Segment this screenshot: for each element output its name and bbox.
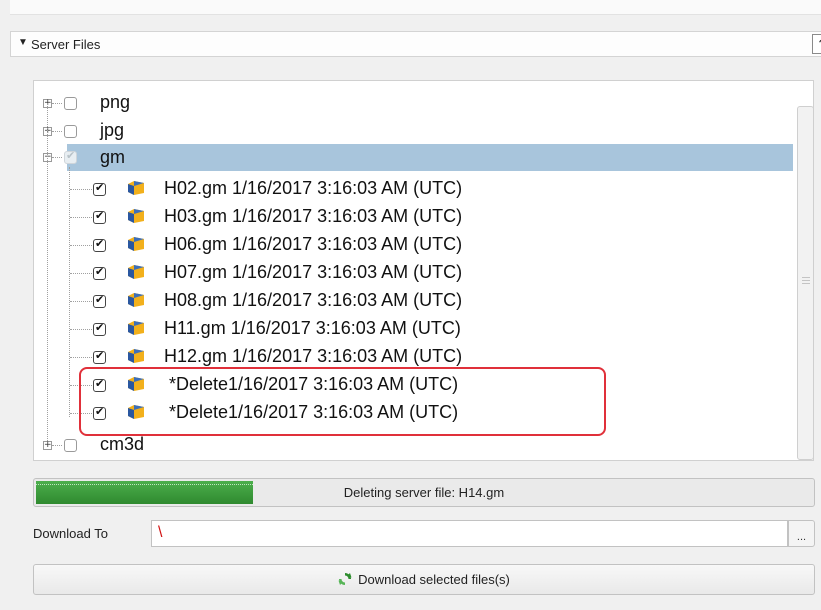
file-icon xyxy=(128,293,144,307)
file-icon xyxy=(128,349,144,363)
file-checkbox[interactable]: ✔ xyxy=(93,293,106,308)
section-title: Server Files xyxy=(31,37,101,52)
tree-file-item[interactable]: ✔ H06.gm 1/16/2017 3:16:03 AM (UTC) xyxy=(34,231,813,259)
file-checkbox[interactable]: ✔ xyxy=(93,321,106,336)
file-checkbox[interactable]: ✔ xyxy=(93,209,106,224)
file-label: H06.gm 1/16/2017 3:16:03 AM (UTC) xyxy=(164,234,463,254)
folder-checkbox[interactable]: ✔ xyxy=(64,149,77,164)
file-label: H07.gm 1/16/2017 3:16:03 AM (UTC) xyxy=(164,262,463,282)
file-label: H12.gm 1/16/2017 3:16:03 AM (UTC) xyxy=(164,346,463,366)
folder-checkbox[interactable] xyxy=(64,125,77,138)
deleted-files-highlight xyxy=(79,367,606,436)
file-label: H11.gm 1/16/2017 3:16:03 AM (UTC) xyxy=(164,318,461,338)
file-icon xyxy=(128,209,144,223)
refresh-download-icon xyxy=(338,573,352,585)
file-checkbox[interactable]: ✔ xyxy=(93,349,106,364)
browse-button[interactable]: ... xyxy=(788,520,815,547)
download-path-input[interactable]: \ xyxy=(151,520,788,547)
delete-progress-bar: Deleting server file: H14.gm xyxy=(33,478,815,507)
download-selected-button[interactable]: Download selected files(s) xyxy=(33,564,815,595)
tree-folder-png[interactable]: + png xyxy=(34,89,813,117)
selection-highlight xyxy=(67,144,793,171)
file-icon xyxy=(128,181,144,195)
file-label: H08.gm 1/16/2017 3:16:03 AM (UTC) xyxy=(164,290,463,310)
file-checkbox[interactable]: ✔ xyxy=(93,181,106,196)
file-checkbox[interactable]: ✔ xyxy=(93,265,106,280)
top-strip xyxy=(10,0,821,15)
progress-text: Deleting server file: H14.gm xyxy=(343,485,505,500)
file-icon xyxy=(128,237,144,251)
file-icon xyxy=(128,321,144,335)
folder-label: gm xyxy=(100,147,126,167)
collapse-triangle-icon[interactable]: ▼ xyxy=(18,37,28,48)
download-button-label: Download selected files(s) xyxy=(358,572,510,587)
tree-file-item[interactable]: ✔ H08.gm 1/16/2017 3:16:03 AM (UTC) xyxy=(34,287,813,315)
tree-folder-jpg[interactable]: + jpg xyxy=(34,117,813,145)
help-button[interactable]: ? xyxy=(812,34,821,54)
download-to-label: Download To xyxy=(33,526,108,541)
folder-label: cm3d xyxy=(100,434,145,454)
tree-file-item[interactable]: ✔ H11.gm 1/16/2017 3:16:03 AM (UTC) xyxy=(34,315,813,343)
expand-plus-icon[interactable]: + xyxy=(43,441,52,450)
tree-folder-gm[interactable]: − ✔ gm xyxy=(34,143,813,171)
server-files-header[interactable]: ▼ Server Files ? xyxy=(10,31,821,57)
file-label: H02.gm 1/16/2017 3:16:03 AM (UTC) xyxy=(164,178,463,198)
tree-scrollbar[interactable] xyxy=(797,106,814,460)
scroll-grip-icon xyxy=(802,277,810,278)
file-label: H03.gm 1/16/2017 3:16:03 AM (UTC) xyxy=(164,206,463,226)
tree-file-item[interactable]: ✔ H07.gm 1/16/2017 3:16:03 AM (UTC) xyxy=(34,259,813,287)
tree-file-item[interactable]: ✔ H02.gm 1/16/2017 3:16:03 AM (UTC) xyxy=(34,175,813,203)
folder-label: jpg xyxy=(100,120,125,140)
tree-file-item[interactable]: ✔ H03.gm 1/16/2017 3:16:03 AM (UTC) xyxy=(34,203,813,231)
file-icon xyxy=(128,265,144,279)
file-checkbox[interactable]: ✔ xyxy=(93,237,106,252)
folder-label: png xyxy=(100,92,131,112)
folder-checkbox[interactable] xyxy=(64,439,77,452)
folder-checkbox[interactable] xyxy=(64,97,77,110)
